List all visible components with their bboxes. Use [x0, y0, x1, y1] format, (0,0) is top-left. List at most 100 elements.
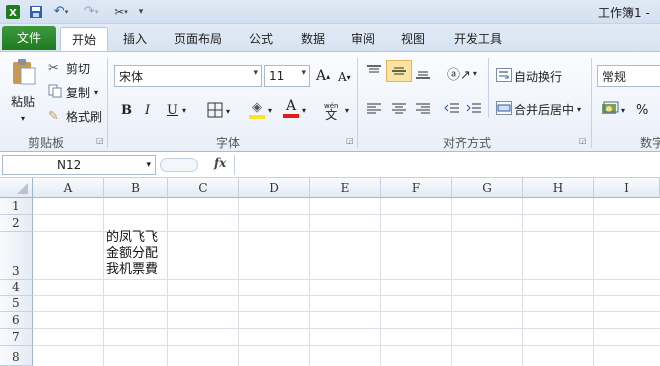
copy-icon: [48, 84, 66, 101]
formula-bar-resize-handle[interactable]: [160, 158, 198, 172]
gridline: [167, 198, 168, 366]
formula-input[interactable]: [234, 155, 660, 175]
percent-button[interactable]: %: [636, 103, 648, 118]
italic-button[interactable]: I: [145, 103, 150, 118]
phonetic-button[interactable]: wén 文: [324, 102, 338, 121]
gridline: [33, 311, 660, 312]
row-header-7[interactable]: 7: [0, 329, 33, 346]
column-header-e[interactable]: E: [310, 178, 381, 198]
align-left-button[interactable]: [366, 102, 382, 116]
grow-font-button[interactable]: A ▴: [316, 68, 330, 84]
underline-dropdown-icon[interactable]: ▾: [182, 106, 186, 115]
merge-center-label: 合并后居中: [514, 103, 575, 117]
column-header-g[interactable]: G: [452, 178, 523, 198]
grow-font-label: A: [316, 68, 327, 84]
copy-button[interactable]: 复制 ▾: [48, 84, 98, 101]
font-color-label: A: [285, 98, 297, 114]
fill-color-button[interactable]: ◈: [249, 100, 265, 119]
bold-button[interactable]: B: [121, 103, 132, 118]
chevron-down-icon: ▾: [253, 68, 258, 78]
tab-file[interactable]: 文件: [2, 26, 56, 50]
orientation-button[interactable]: ⓐ↗ ▾: [447, 64, 477, 83]
format-painter-button[interactable]: ✎ 格式刷: [48, 108, 102, 125]
redo-icon[interactable]: ↷ ▾: [80, 3, 102, 20]
decrease-indent-icon: [444, 103, 459, 113]
undo-icon[interactable]: ↶ ▾: [50, 3, 72, 20]
font-size-combo[interactable]: 11 ▾: [264, 65, 310, 87]
font-launcher-icon[interactable]: ◲: [346, 136, 354, 145]
align-center-button[interactable]: [391, 102, 407, 116]
save-icon[interactable]: [28, 3, 44, 20]
tab-data[interactable]: 数据: [290, 27, 336, 51]
gridline: [33, 295, 660, 296]
excel-logo-icon[interactable]: X: [4, 3, 21, 20]
tab-home[interactable]: 开始: [60, 27, 108, 51]
underline-button[interactable]: U: [167, 103, 178, 118]
clipboard-launcher-icon[interactable]: ◲: [96, 136, 104, 145]
font-color-bar: [283, 114, 299, 118]
row-header-4[interactable]: 4: [0, 280, 33, 296]
align-left-icon: [367, 103, 381, 114]
group-separator: [488, 58, 489, 118]
column-header-d[interactable]: D: [239, 178, 310, 198]
font-color-dropdown-icon[interactable]: ▾: [302, 106, 306, 115]
shrink-font-button[interactable]: A ▾: [338, 70, 351, 84]
column-header-c[interactable]: C: [168, 178, 239, 198]
paint-bucket-icon: ◈: [252, 100, 262, 115]
cell-b3[interactable]: 的凤飞飞 金额分配 我机票費: [106, 230, 172, 278]
borders-button[interactable]: ▾: [207, 102, 230, 121]
tab-page-layout[interactable]: 页面布局: [166, 27, 230, 51]
format-painter-label: 格式刷: [66, 110, 103, 124]
align-top-button[interactable]: [366, 64, 382, 78]
shrink-font-label: A: [338, 70, 347, 84]
title-bar: X ↶ ▾ ↷ ▾ ✂ ▾ ▾ 工作簿1 -: [0, 0, 660, 24]
font-name-combo[interactable]: 宋体 ▾: [114, 65, 262, 87]
align-right-button[interactable]: [415, 102, 431, 116]
paste-button[interactable]: 粘贴 ▾: [6, 58, 40, 128]
number-format-combo[interactable]: 常规: [597, 65, 660, 87]
font-color-button[interactable]: A: [283, 99, 299, 118]
tools-icon[interactable]: ✂ ▾: [110, 3, 132, 20]
row-header-5[interactable]: 5: [0, 296, 33, 312]
tab-insert[interactable]: 插入: [112, 27, 158, 51]
increase-indent-icon: [466, 103, 481, 113]
paste-icon: [10, 58, 36, 89]
cut-button[interactable]: ✂ 剪切: [48, 60, 90, 77]
column-header-i[interactable]: I: [594, 178, 660, 198]
row-header-3[interactable]: 3: [0, 232, 33, 280]
align-right-icon: [416, 103, 430, 114]
group-separator: [107, 58, 108, 148]
align-middle-button[interactable]: [386, 60, 412, 82]
customize-quick-access-icon[interactable]: ▾: [136, 3, 146, 20]
column-header-b[interactable]: B: [104, 178, 168, 198]
tab-developer[interactable]: 开发工具: [446, 27, 510, 51]
increase-indent-button[interactable]: [466, 102, 482, 116]
tab-review[interactable]: 审阅: [340, 27, 386, 51]
tab-view[interactable]: 视图: [390, 27, 436, 51]
column-header-a[interactable]: A: [33, 178, 104, 198]
phonetic-dropdown-icon[interactable]: ▾: [345, 106, 349, 115]
currency-button[interactable]: ▾: [601, 101, 625, 120]
align-middle-icon: [392, 67, 406, 75]
row-header-1[interactable]: 1: [0, 198, 33, 215]
wrap-text-icon: [496, 68, 514, 85]
select-all-corner[interactable]: [0, 178, 33, 198]
align-bottom-button[interactable]: [415, 66, 431, 80]
row-header-8[interactable]: 8: [0, 346, 33, 366]
svg-text:X: X: [9, 8, 17, 19]
decrease-indent-button[interactable]: [444, 102, 460, 116]
merge-center-button[interactable]: 合并后居中 ▾: [496, 101, 581, 118]
column-header-h[interactable]: H: [523, 178, 594, 198]
column-header-f[interactable]: F: [381, 178, 452, 198]
name-box[interactable]: N12 ▾: [2, 155, 156, 175]
fill-color-dropdown-icon[interactable]: ▾: [268, 106, 272, 115]
row-header-6[interactable]: 6: [0, 312, 33, 329]
insert-function-icon[interactable]: fx: [214, 156, 226, 170]
text-orientation-icon: ⓐ↗: [447, 68, 471, 83]
alignment-launcher-icon[interactable]: ◲: [579, 136, 587, 145]
wrap-text-button[interactable]: 自动换行: [496, 68, 562, 85]
row-header-2[interactable]: 2: [0, 215, 33, 232]
tab-formulas[interactable]: 公式: [238, 27, 284, 51]
group-separator: [357, 58, 358, 148]
merge-center-icon: [496, 101, 514, 118]
